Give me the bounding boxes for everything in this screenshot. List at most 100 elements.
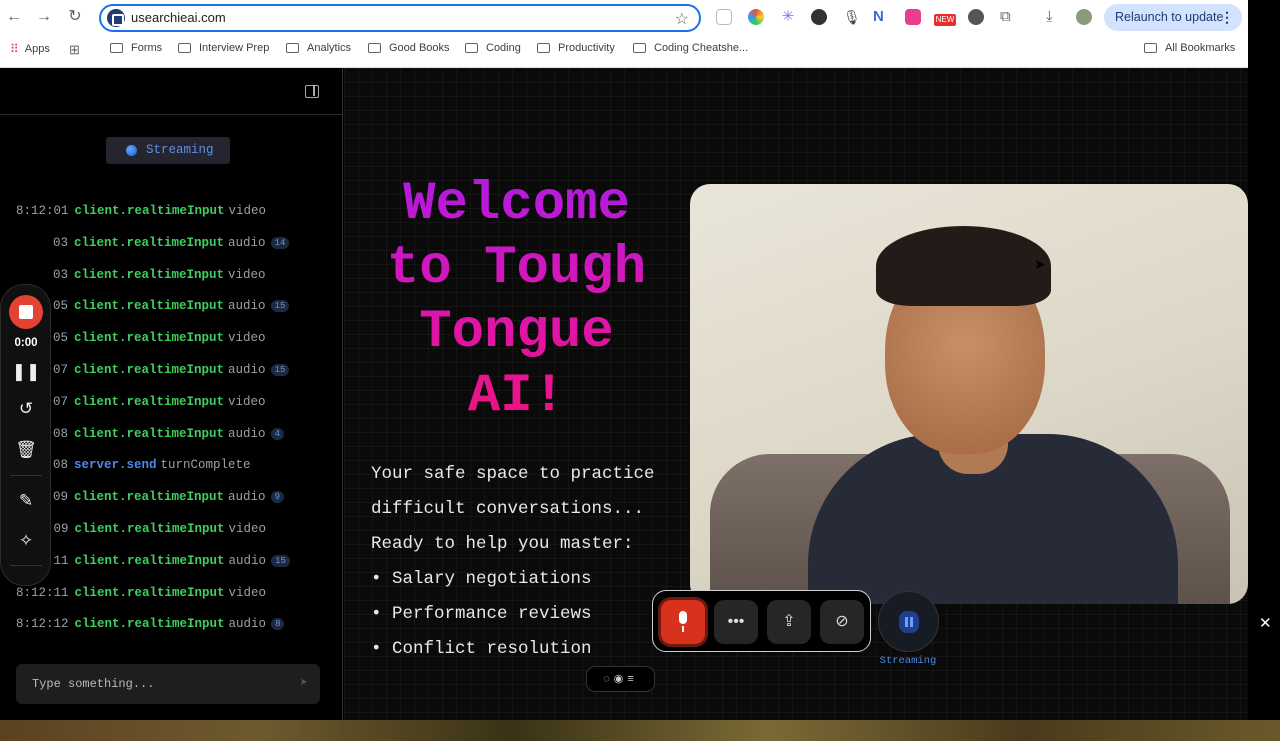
extension-triangle-icon[interactable] [811, 9, 827, 25]
bookmark-good-books[interactable]: Good Books [368, 42, 450, 54]
extension-pink-icon[interactable] [905, 9, 921, 25]
extension-mic-icon[interactable]: 🎙 [843, 9, 861, 25]
intro-line: difficult conversations... [371, 499, 645, 519]
log-kind: turnComplete [160, 458, 251, 473]
pause-icon [899, 611, 919, 633]
pause-stream-button[interactable] [878, 591, 939, 652]
log-sidebar: Streaming 8:12:01 client.realtimeInput vid… [0, 68, 343, 720]
new-badge[interactable]: NEW [934, 14, 956, 26]
log-row: 8:12:11 client.realtimeInput video [16, 584, 266, 602]
view-toggle-bar[interactable]: ◌◉≡ [586, 666, 655, 692]
screen: ← → ↻ usearchieai.com ☆ ✳ 🎙 N NEW ⧉ ⤓ Re… [0, 0, 1280, 741]
log-row: 03 client.realtimeInput video [16, 266, 266, 284]
log-timestamp: 03 [53, 235, 69, 250]
message-input[interactable]: Type something... ➤ [16, 664, 320, 704]
log-kind: audio [228, 299, 266, 314]
log-count-badge: 14 [270, 236, 290, 249]
relaunch-label: Relaunch to update [1115, 10, 1224, 24]
log-timestamp: 05 [53, 299, 69, 314]
log-function: client.realtimeInput [74, 426, 225, 441]
log-row: 09 client.realtimeInput audio 9 [16, 488, 284, 506]
list-icon[interactable]: ≡ [627, 673, 637, 685]
log-kind: audio [228, 490, 266, 505]
log-function: client.realtimeInput [74, 490, 225, 505]
person-hair [876, 226, 1051, 306]
extension-n-icon[interactable]: N [873, 9, 889, 25]
send-icon[interactable]: ➤ [300, 664, 308, 704]
extension-color-icon[interactable] [748, 9, 764, 25]
bookmark-label: Forms [131, 42, 163, 54]
browser-toolbar: ← → ↻ usearchieai.com ☆ ✳ 🎙 N NEW ⧉ ⤓ Re… [0, 0, 1248, 68]
back-icon[interactable]: ← [2, 5, 26, 29]
profile-avatar[interactable] [1076, 9, 1092, 25]
log-row: 8:12:01 client.realtimeInput video [16, 202, 266, 220]
mic-button[interactable] [661, 600, 705, 644]
log-row: 07 client.realtimeInput video [16, 393, 266, 411]
relaunch-button[interactable]: Relaunch to update ⋮ [1104, 4, 1242, 31]
main-stage: Welcome to Tough Tongue AI! Your safe sp… [344, 68, 1248, 720]
menu-kebab-icon: ⋮ [1220, 9, 1234, 25]
download-icon[interactable]: ⤓ [1046, 9, 1062, 25]
log-count-badge: 15 [270, 364, 290, 376]
forward-icon[interactable]: → [32, 5, 56, 29]
reader-icon[interactable] [716, 9, 732, 25]
divider [0, 114, 342, 115]
log-function: client.realtimeInput [74, 235, 225, 250]
log-kind: audio [228, 235, 266, 250]
log-timestamp: 07 [53, 394, 69, 409]
effects-wand-icon[interactable]: ✧ [1, 531, 51, 551]
collapse-sidebar-icon[interactable] [305, 85, 319, 98]
apps-bookmark[interactable]: ⠿ Apps [10, 42, 50, 56]
log-function: client.realtimeInput [74, 553, 225, 568]
stop-recording-button[interactable] [9, 295, 43, 329]
chat-icon[interactable]: ◌ [603, 673, 614, 685]
bookmark-forms[interactable]: Forms [110, 42, 162, 54]
bookmark-interview-prep[interactable]: Interview Prep [178, 42, 269, 54]
log-function: client.realtimeInput [74, 363, 225, 377]
folder-icon [1144, 43, 1157, 53]
delete-icon[interactable]: 🗑 [1, 440, 51, 460]
folder-icon [537, 43, 550, 53]
log-function: client.realtimeInput [74, 267, 225, 282]
bookmark-productivity[interactable]: Productivity [537, 42, 615, 54]
restart-icon[interactable]: ↺ [1, 399, 51, 419]
skill-item: • Performance reviews [371, 604, 592, 624]
reload-icon[interactable]: ↻ [63, 5, 87, 29]
more-options-button[interactable]: ••• [714, 600, 758, 644]
bookmark-star-icon[interactable]: ☆ [675, 9, 689, 29]
log-timestamp: 09 [53, 490, 69, 505]
window-edge [1248, 0, 1280, 68]
bookmark-coding[interactable]: Coding [465, 42, 521, 54]
camera-off-button[interactable]: ⊘ [820, 600, 864, 644]
eye-icon[interactable]: ◉ [614, 673, 628, 685]
bookmark-analytics[interactable]: Analytics [286, 42, 351, 54]
video-off-icon: ⊘ [835, 613, 849, 630]
log-count-badge: 4 [270, 427, 284, 440]
pause-recording-icon[interactable]: ❚❚ [1, 362, 51, 382]
folder-icon [178, 43, 191, 53]
site-favicon-icon [107, 9, 125, 27]
log-kind: video [228, 204, 267, 218]
extensions-puzzle-icon[interactable]: ⧉ [1000, 9, 1016, 25]
divider [10, 565, 42, 566]
extension-disc-icon[interactable] [968, 9, 984, 25]
all-bookmarks[interactable]: All Bookmarks [1144, 42, 1235, 54]
bookmark-label: Analytics [307, 42, 352, 54]
skill-item: • Salary negotiations [371, 569, 592, 589]
welcome-title: Welcome to Tough Tongue AI! [364, 173, 669, 429]
share-screen-button[interactable]: ⇪ [767, 600, 811, 644]
bookmark-label: Productivity [558, 42, 615, 54]
tab-groups-icon[interactable]: ⊞ [69, 42, 80, 58]
log-count-badge: 15 [270, 300, 290, 313]
log-timestamp: 08 [53, 458, 69, 473]
bookmark-label: Coding [486, 42, 521, 54]
draw-pencil-icon[interactable]: ✎ [1, 491, 51, 511]
log-kind: audio [228, 363, 266, 377]
bookmark-coding-cheatsheet[interactable]: Coding Cheatshe... [633, 42, 748, 54]
log-kind: audio [228, 617, 267, 632]
extension-sparkle-icon[interactable]: ✳ [780, 9, 796, 25]
close-icon[interactable]: ✕ [1259, 614, 1272, 632]
log-timestamp: 8:12:12 [16, 617, 69, 632]
intro-line: Ready to help you master: [371, 534, 634, 554]
address-bar[interactable]: usearchieai.com ☆ [99, 4, 701, 32]
